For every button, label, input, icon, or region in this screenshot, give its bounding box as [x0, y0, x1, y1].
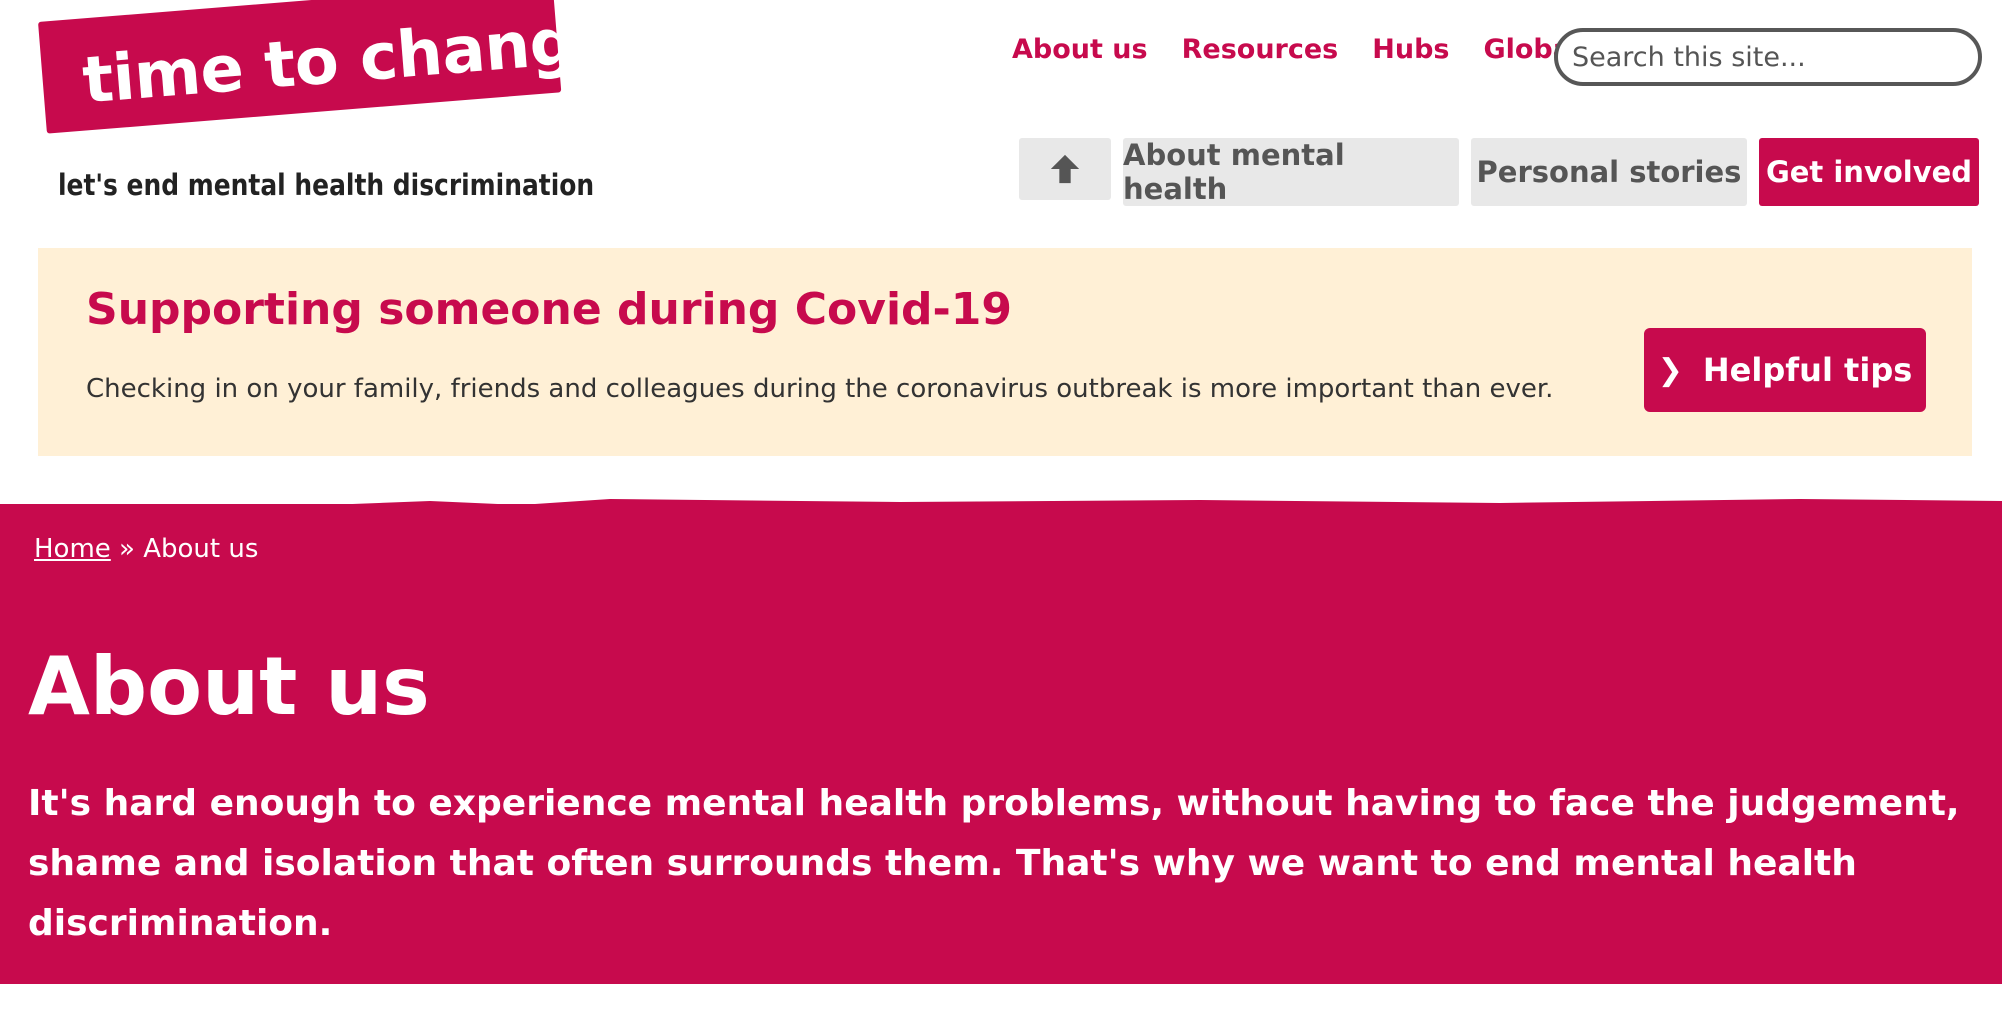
home-button[interactable] [1019, 138, 1111, 200]
breadcrumb-home-link[interactable]: Home [34, 534, 111, 564]
logo-banner: time to change [38, 0, 620, 134]
covid-banner-title: Supporting someone during Covid-19 [86, 284, 1013, 335]
logo-wordmark: time to change [79, 1, 621, 119]
top-nav-hubs[interactable]: Hubs [1372, 34, 1449, 65]
hero-intro-text: It's hard enough to experience mental he… [28, 783, 1960, 944]
hero-section: Home » About us About us It's hard enoug… [0, 504, 2002, 984]
top-nav-resources[interactable]: Resources [1182, 34, 1339, 65]
nav-get-involved[interactable]: Get involved [1759, 138, 1979, 206]
nav-personal-stories[interactable]: Personal stories [1471, 138, 1747, 206]
search-input[interactable] [1554, 28, 1982, 86]
top-nav: About us Resources Hubs Global [1012, 34, 1580, 65]
top-nav-about-us[interactable]: About us [1012, 34, 1148, 65]
breadcrumb-current: About us [143, 534, 259, 564]
breadcrumb: Home » About us [34, 534, 258, 564]
page-title: About us [28, 640, 430, 733]
nav-about-mental-health[interactable]: About mental health [1123, 138, 1459, 206]
helpful-tips-button[interactable]: ❯ Helpful tips [1644, 328, 1926, 412]
site-logo[interactable]: time to change let's end mental health d… [34, 0, 620, 204]
covid-banner-text: Checking in on your family, friends and … [86, 374, 1554, 404]
helpful-tips-label: Helpful tips [1702, 351, 1913, 389]
home-arrow-icon [1050, 154, 1080, 184]
covid-banner: Supporting someone during Covid-19 Check… [38, 248, 1972, 456]
chevron-right-icon: ❯ [1657, 352, 1683, 388]
logo-tagline: let's end mental health discrimination [58, 168, 595, 202]
main-nav: About mental health Personal stories Get… [1019, 138, 1979, 206]
breadcrumb-separator: » [119, 534, 135, 564]
